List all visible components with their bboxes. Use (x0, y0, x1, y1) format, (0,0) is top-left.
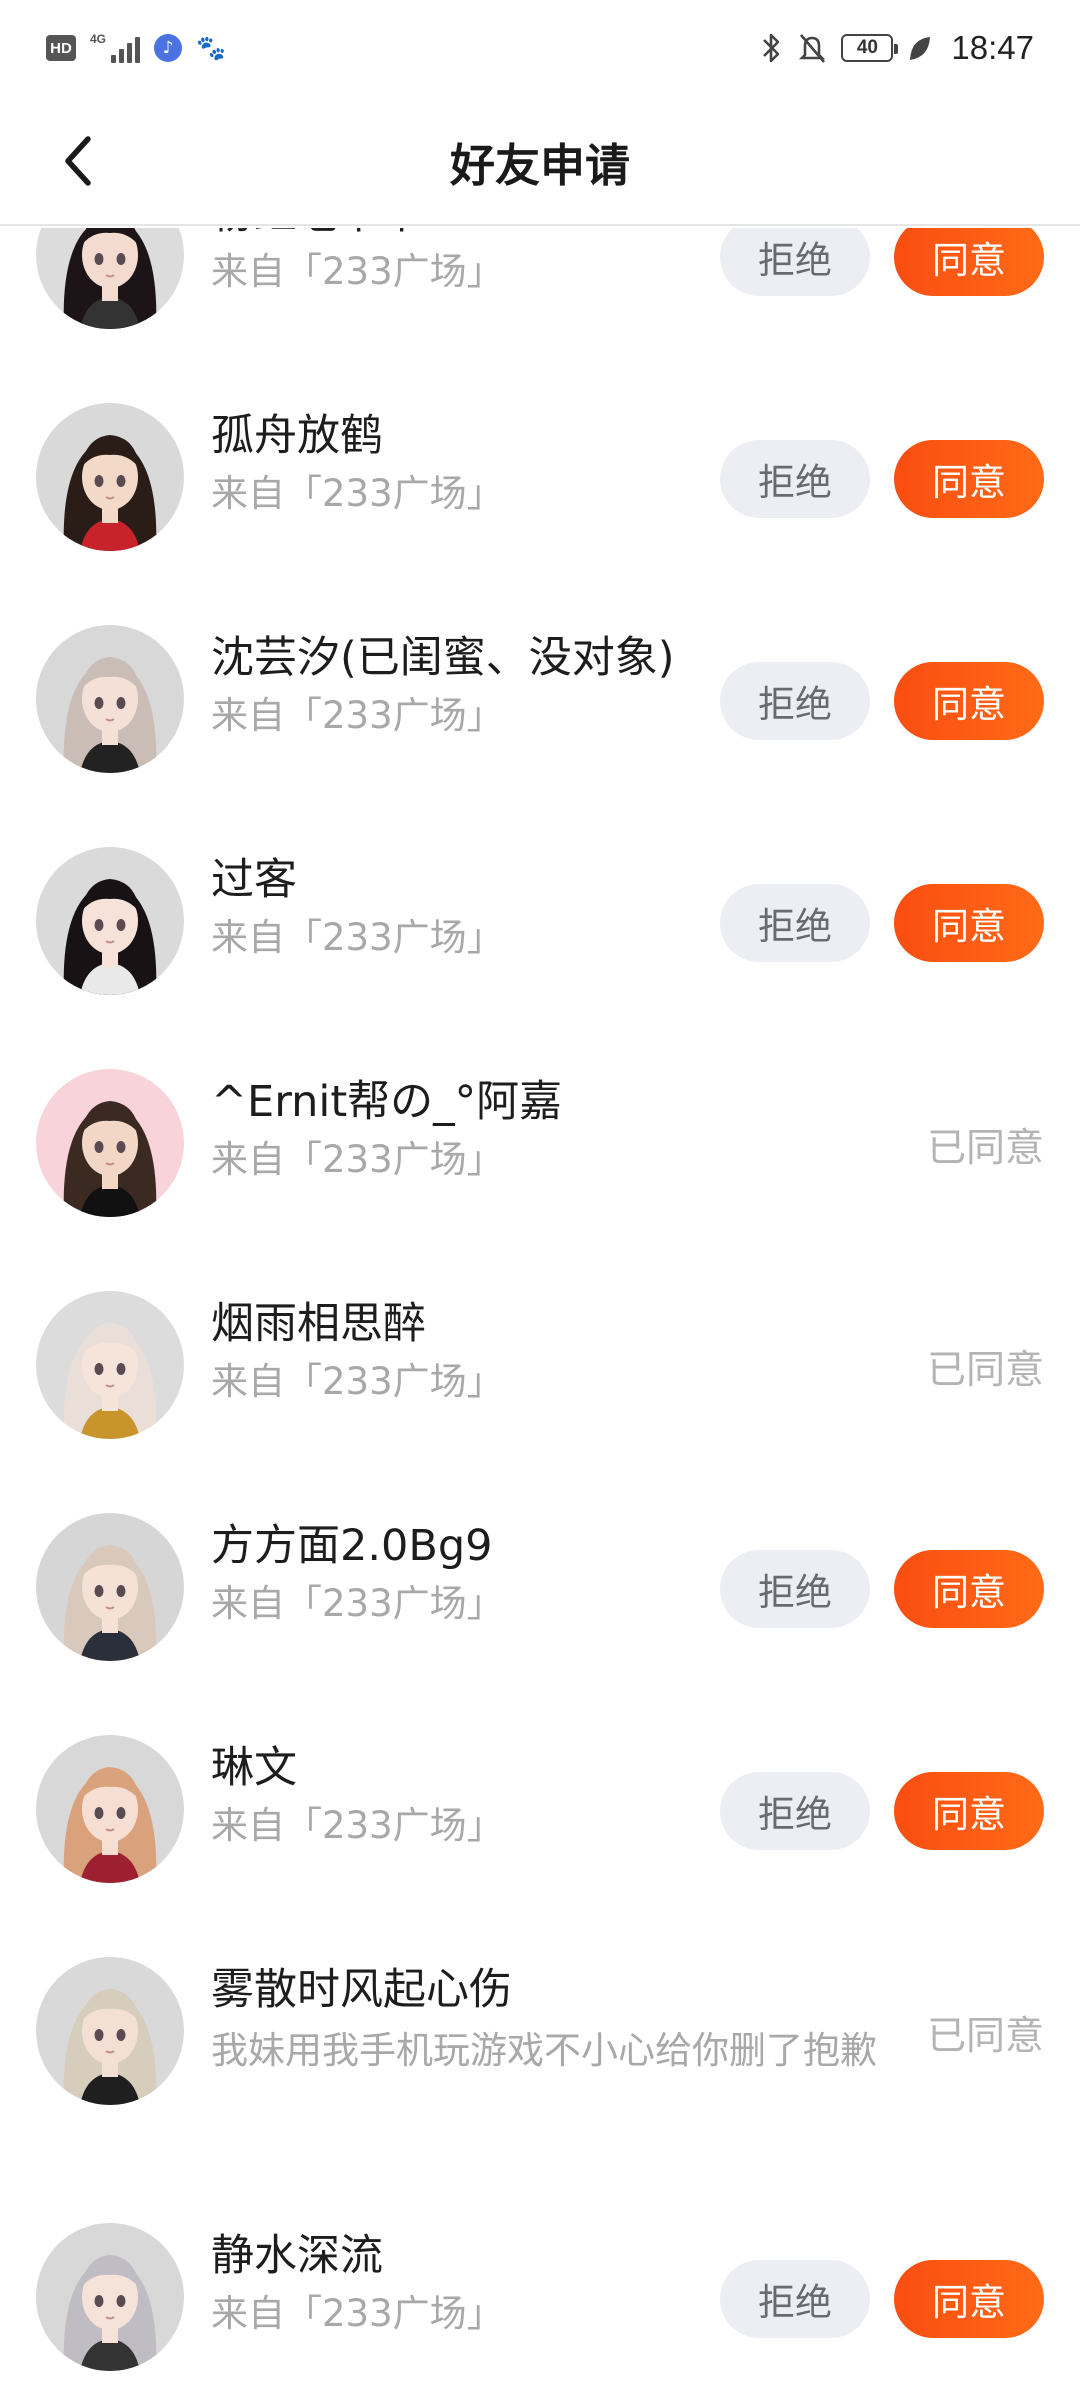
bluetooth-icon (763, 33, 780, 63)
mute-bell-icon (799, 34, 826, 63)
friend-request-item: 粉红老爷爷 来自「233广场」 拒绝同意 (0, 228, 1080, 366)
reject-button[interactable]: 拒绝 (720, 1772, 870, 1850)
avatar-image (36, 2223, 184, 2371)
battery-icon: 40 (841, 34, 899, 62)
avatar-image (36, 1513, 184, 1661)
friend-request-item: 过客 来自「233广场」 拒绝 同意 (0, 810, 1080, 1032)
reject-button[interactable]: 拒绝 (720, 440, 870, 518)
avatar[interactable] (36, 1735, 184, 1883)
reject-button[interactable]: 拒绝 (720, 1550, 870, 1628)
request-source: 我妹用我手机玩游戏不小心给你删了抱歉 (211, 2029, 877, 2072)
friend-request-item: 沈芸汐(已闺蜜、没对象) 来自「233广场」 拒绝 同意 (0, 588, 1080, 810)
avatar[interactable] (36, 1291, 184, 1439)
avatar[interactable] (36, 2223, 184, 2371)
accept-button[interactable]: 同意 (894, 1550, 1044, 1628)
friend-request-item: 方方面2.0Bg9 来自「233广场」 拒绝 同意 (0, 1476, 1080, 1698)
avatar[interactable] (36, 228, 184, 329)
request-info: ^Ernit帮の_°阿嘉 来自「233广场」 (211, 1074, 871, 1188)
friend-request-list[interactable]: 粉红老爷爷 来自「233广场」 拒绝同意 孤舟放鹤 来自「233广场」 拒绝同意… (0, 228, 1080, 2400)
accepted-status: 已同意 (926, 2014, 1044, 2059)
avatar-image (36, 1069, 184, 1217)
status-right: 40 18:47 (759, 26, 1034, 70)
request-source: 来自「233广场」 (211, 1138, 504, 1181)
avatar-image (36, 847, 184, 995)
avatar[interactable] (36, 403, 184, 551)
requester-name: 雾散时风起心伤 (211, 1965, 512, 2015)
avatar-image (36, 403, 184, 551)
reject-button[interactable]: 拒绝 (720, 228, 870, 296)
request-info: 雾散时风起心伤 我妹用我手机玩游戏不小心给你删了抱歉 (211, 1962, 877, 2082)
status-left: HD 4G ♪ 🐾 (46, 28, 227, 68)
baidu-paw-icon: 🐾 (196, 34, 227, 62)
reject-button[interactable]: 拒绝 (720, 662, 870, 740)
avatar[interactable] (36, 1069, 184, 1217)
accept-button[interactable]: 同意 (894, 1772, 1044, 1850)
avatar[interactable] (36, 1513, 184, 1661)
accept-button[interactable]: 同意 (894, 2260, 1044, 2338)
avatar[interactable] (36, 847, 184, 995)
requester-name: ^Ernit帮の_°阿嘉 (211, 1077, 563, 1127)
reject-button[interactable]: 拒绝 (720, 884, 870, 962)
avatar[interactable] (36, 625, 184, 773)
avatar[interactable] (36, 1957, 184, 2105)
accept-button[interactable]: 同意 (894, 440, 1044, 518)
leaf-icon (910, 37, 931, 60)
accepted-status: 已同意 (926, 1348, 1044, 1393)
friend-request-item: 琳文 来自「233广场」 拒绝 同意 (0, 1698, 1080, 1920)
avatar-image (36, 1957, 184, 2105)
avatar-image (36, 625, 184, 773)
avatar-image (36, 1735, 184, 1883)
friend-request-item: 雾散时风起心伤 我妹用我手机玩游戏不小心给你删了抱歉 已同意 (0, 1920, 1080, 2186)
accept-button[interactable]: 同意 (894, 884, 1044, 962)
avatar-image (36, 228, 184, 329)
request-source: 来自「233广场」 (211, 1360, 504, 1403)
friend-request-item: 烟雨相思醉 来自「233广场」 已同意 (0, 1254, 1080, 1476)
network-type: 4G (90, 32, 107, 46)
friend-request-item: 静水深流 来自「233广场」 拒绝 同意 (0, 2186, 1080, 2400)
accept-button[interactable]: 同意 (894, 228, 1044, 296)
requester-name: 烟雨相思醉 (211, 1299, 426, 1349)
signal-icon: 4G (90, 32, 141, 63)
page-title: 好友申请 (449, 138, 630, 192)
friend-request-item: ^Ernit帮の_°阿嘉 来自「233广场」 已同意 (0, 1032, 1080, 1254)
avatar-image (36, 1291, 184, 1439)
hd-icon: HD (46, 35, 76, 61)
friend-request-list-inner: 粉红老爷爷 来自「233广场」 拒绝同意 孤舟放鹤 来自「233广场」 拒绝同意… (0, 228, 1080, 2400)
accept-button[interactable]: 同意 (894, 662, 1044, 740)
request-info: 烟雨相思醉 来自「233广场」 (211, 1296, 871, 1410)
clock: 18:47 (951, 29, 1034, 66)
friend-request-item: 孤舟放鹤 来自「233广场」 拒绝 同意 (0, 366, 1080, 588)
music-app-icon: ♪ (154, 34, 183, 62)
reject-button[interactable]: 拒绝 (720, 2260, 870, 2338)
accepted-status: 已同意 (926, 1126, 1044, 1171)
nav-header: 好友申请 (0, 96, 1080, 226)
status-bar: HD 4G ♪ 🐾 40 18:47 (0, 0, 1080, 96)
